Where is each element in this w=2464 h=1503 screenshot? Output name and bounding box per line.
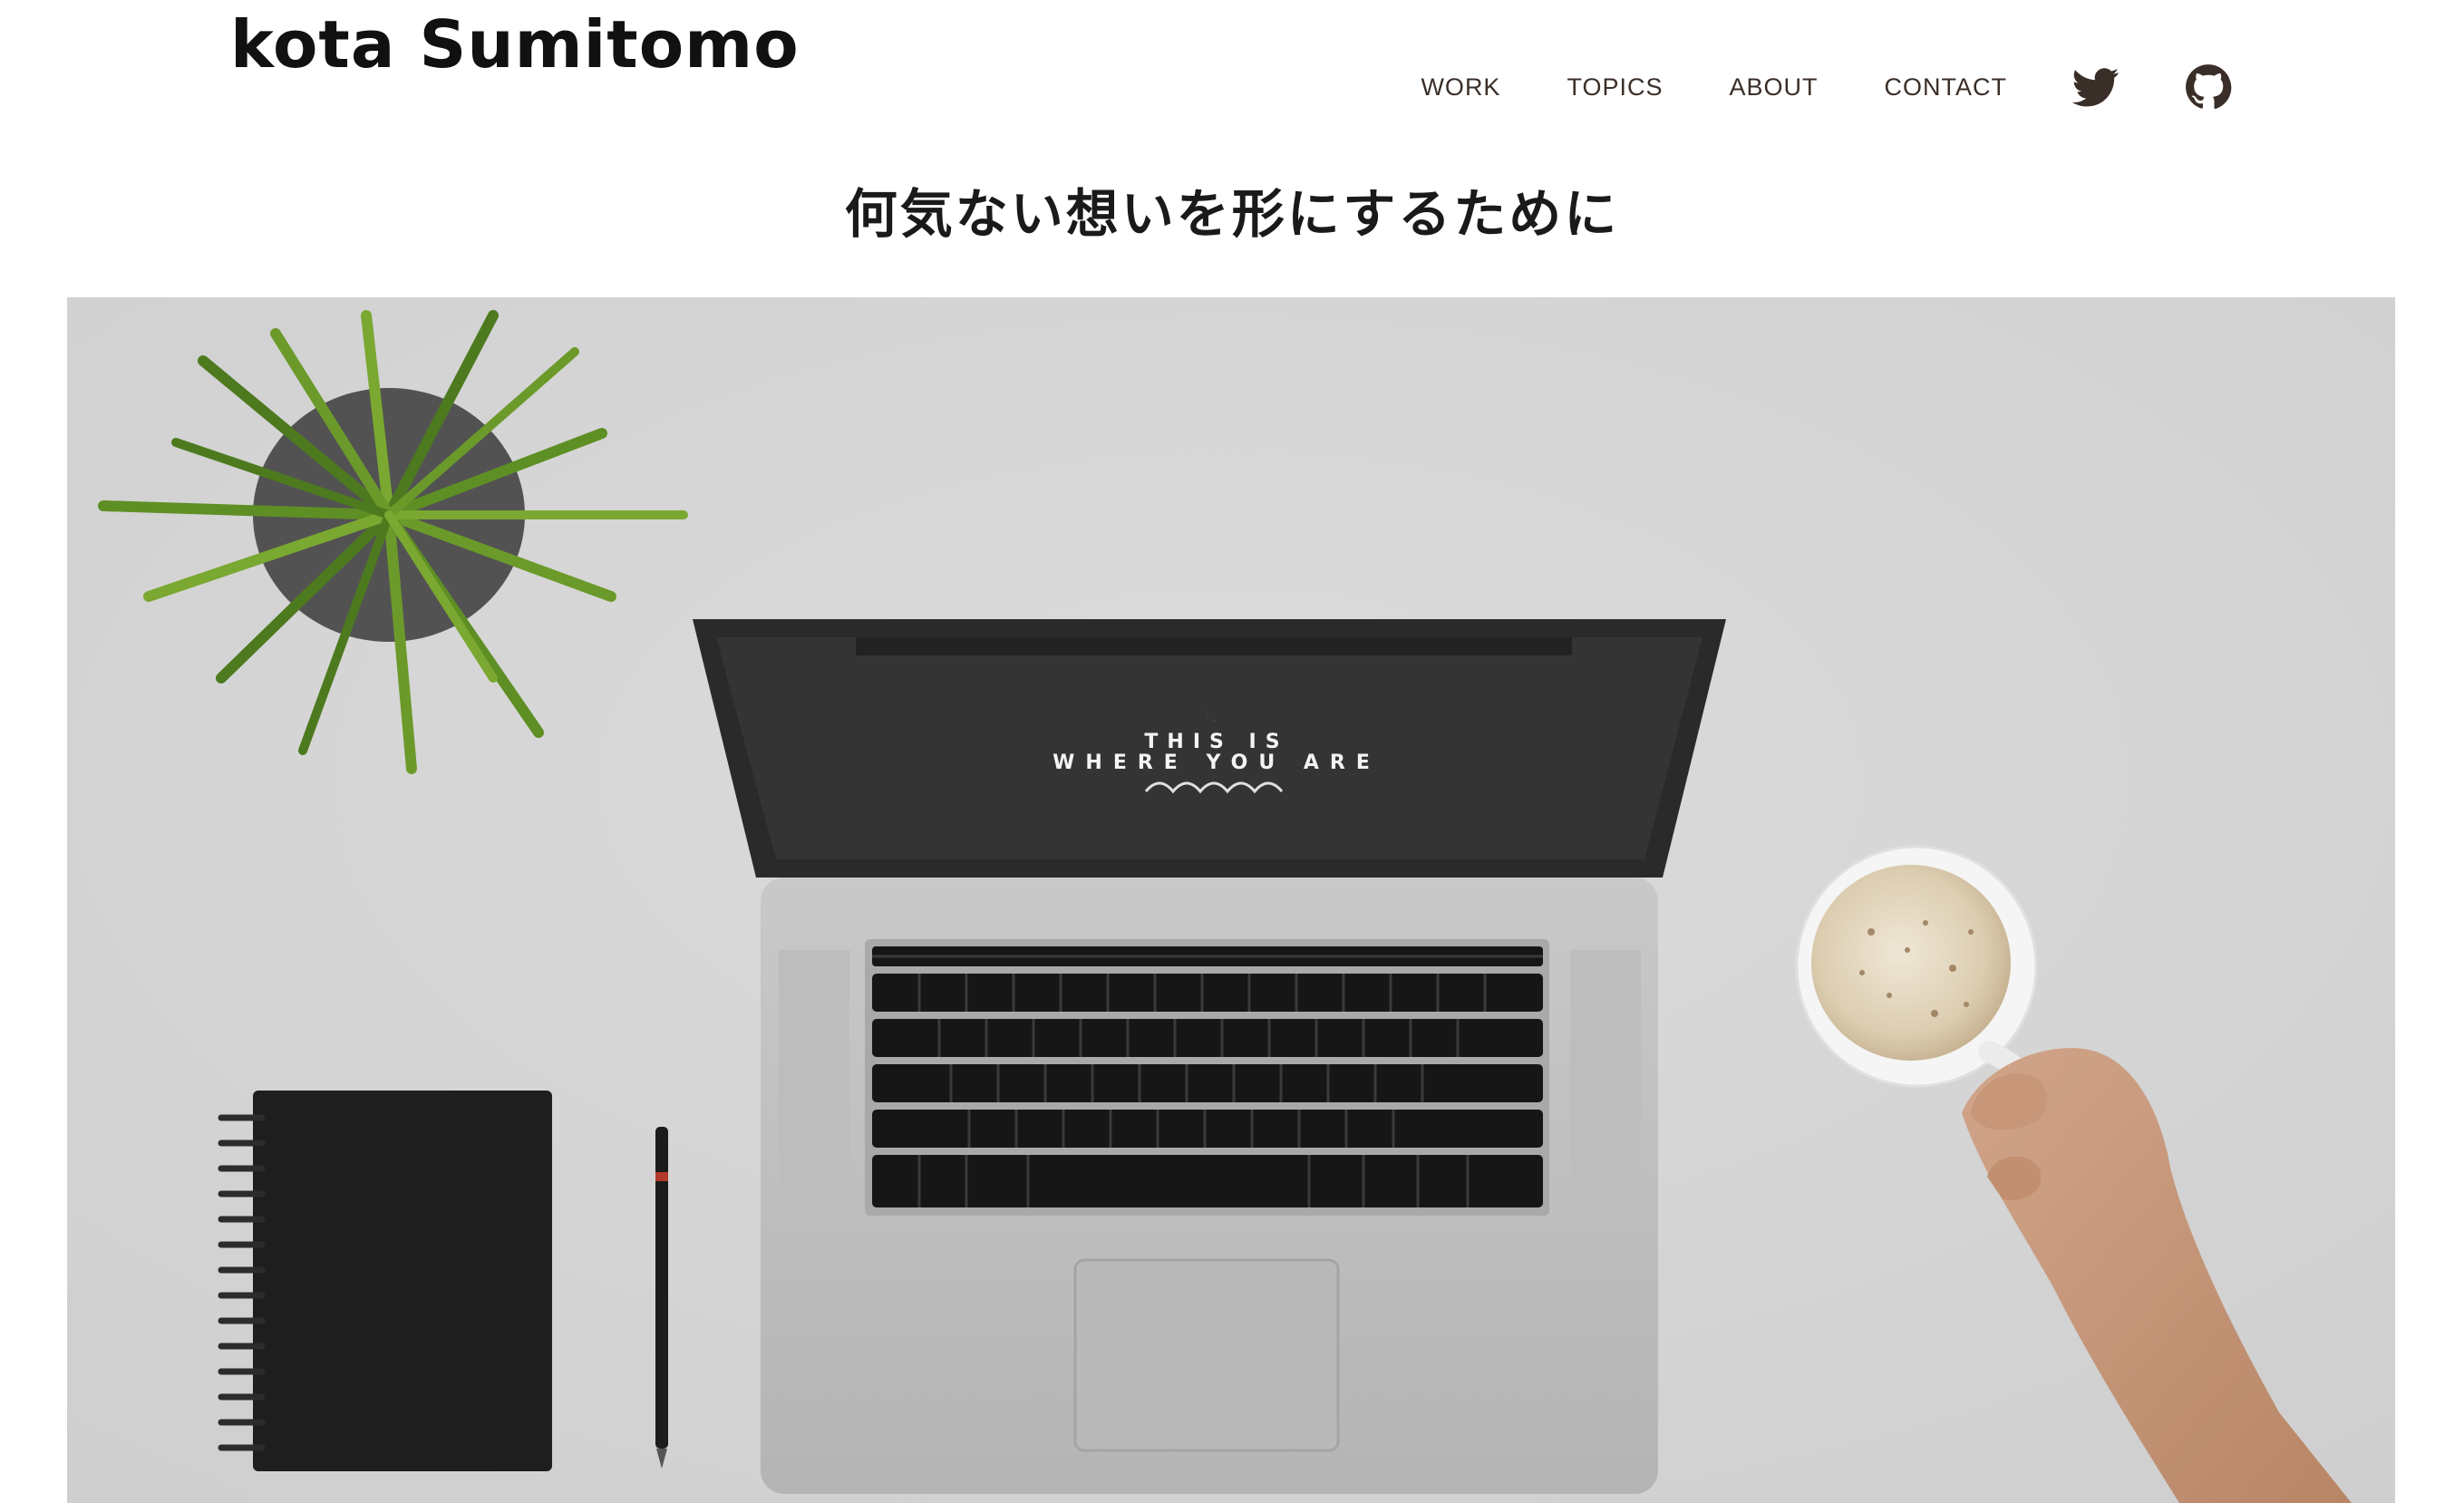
page: kota Sumitomo WORK TOPICS ABOUT CONTACT bbox=[0, 0, 2464, 1503]
hero-tagline: 何気ない想いを形にするために bbox=[844, 183, 1620, 245]
laptop-screen-line2: WHERE YOU ARE bbox=[1053, 752, 1381, 774]
laptop-illustration: THIS IS WHERE YOU ARE bbox=[693, 619, 1726, 1494]
nav-work-link[interactable]: WORK bbox=[1421, 63, 1500, 111]
site-title[interactable]: kota Sumitomo bbox=[230, 5, 800, 83]
hero-image: THIS IS WHERE YOU ARE bbox=[67, 297, 2395, 1503]
nav-about-link[interactable]: ABOUT bbox=[1729, 63, 1818, 111]
nav-topics-link[interactable]: TOPICS bbox=[1567, 63, 1663, 111]
github-icon[interactable] bbox=[2185, 63, 2232, 111]
twitter-icon[interactable] bbox=[2072, 63, 2120, 111]
social-links bbox=[2072, 63, 2232, 111]
pencil-illustration bbox=[655, 1127, 668, 1469]
main-nav: WORK TOPICS ABOUT CONTACT bbox=[1421, 63, 2232, 111]
nav-contact-link[interactable]: CONTACT bbox=[1885, 63, 2008, 111]
laptop-screen-line1: THIS IS bbox=[1144, 731, 1288, 753]
desk-photo: THIS IS WHERE YOU ARE bbox=[67, 297, 2395, 1503]
notebook-illustration bbox=[218, 1091, 552, 1471]
